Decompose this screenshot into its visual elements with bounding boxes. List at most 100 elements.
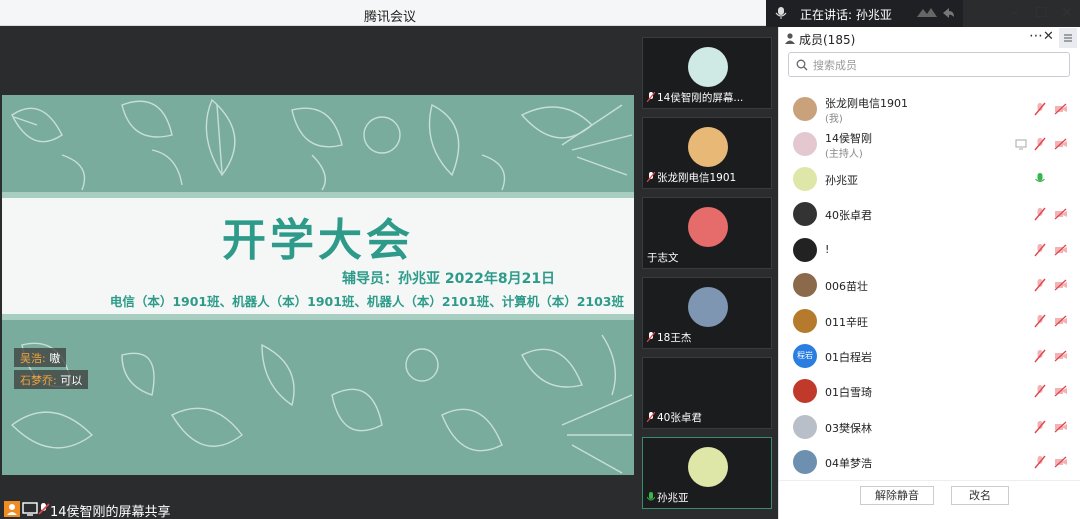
screen-share-icon <box>1015 139 1027 150</box>
member-row[interactable]: 张龙刚电信1901 (我) <box>779 92 1080 126</box>
avatar <box>688 287 728 327</box>
close-window-icon[interactable]: ✕ <box>1058 4 1076 22</box>
speaker-mic-icon <box>775 7 787 19</box>
member-row[interactable]: 程岩 01白程岩 <box>779 339 1080 373</box>
avatar <box>793 167 817 191</box>
camera-off-icon[interactable] <box>1054 208 1068 220</box>
unmute-all-button[interactable]: 解除静音 <box>860 486 934 505</box>
sidebar-toggle-icon[interactable] <box>1059 28 1077 48</box>
mic-muted-icon[interactable] <box>1034 349 1046 363</box>
member-name: 40张卓君 <box>825 209 872 222</box>
search-icon <box>796 59 808 71</box>
members-header: 成员(185) ⋯ ✕ <box>779 27 1080 49</box>
video-tile[interactable]: 40张卓君 <box>642 357 772 429</box>
avatar <box>793 132 817 156</box>
mic-active-icon[interactable] <box>1034 172 1046 186</box>
member-name: ! <box>825 243 830 256</box>
members-panel: 成员(185) ⋯ ✕ 张龙刚电信1901 (我) 14侯智刚 (主持人) 孙兆亚 40张… <box>778 27 1080 519</box>
speaking-controls-icon[interactable] <box>915 5 955 21</box>
avatar <box>793 202 817 226</box>
mic-muted-icon[interactable] <box>1034 102 1046 116</box>
member-name: 孙兆亚 <box>825 174 858 187</box>
minimize-icon[interactable]: – <box>1006 4 1024 22</box>
camera-off-icon[interactable] <box>1054 103 1068 115</box>
mic-muted-icon[interactable] <box>1034 243 1046 257</box>
video-tile-caption: 18王杰 <box>647 330 691 345</box>
member-name: 张龙刚电信1901 <box>825 97 908 110</box>
chat-message: 嗷 <box>49 352 61 365</box>
mic-muted-icon[interactable] <box>1034 314 1046 328</box>
member-row[interactable]: ! <box>779 233 1080 267</box>
member-name: 04单梦浩 <box>825 457 872 470</box>
screen-share-area: 开学大会 辅导员：孙兆亚 2022年8月21日 电信（本）1901班、机器人（本… <box>0 27 636 519</box>
member-name: 01白雪琦 <box>825 386 872 399</box>
video-tile[interactable]: 张龙刚电信1901 <box>642 117 772 189</box>
speaking-text: 正在讲话: 孙兆亚 <box>800 8 892 22</box>
avatar <box>793 238 817 262</box>
window-title: 腾讯会议 <box>363 10 416 25</box>
video-tile[interactable]: 于志文 <box>642 197 772 269</box>
video-tile-active[interactable]: 孙兆亚 <box>642 437 772 509</box>
camera-off-icon[interactable] <box>1054 350 1068 362</box>
camera-off-icon[interactable] <box>1054 421 1068 433</box>
rename-button[interactable]: 改名 <box>951 486 1009 505</box>
video-tile-caption: 14侯智刚的屏幕... <box>647 90 743 105</box>
camera-off-icon[interactable] <box>1054 279 1068 291</box>
member-row[interactable]: 孙兆亚 <box>779 162 1080 196</box>
mic-muted-icon <box>647 412 655 422</box>
mic-muted-icon <box>647 92 655 102</box>
chat-message: 可以 <box>60 374 83 387</box>
presentation-slide: 开学大会 辅导员：孙兆亚 2022年8月21日 电信（本）1901班、机器人（本… <box>2 95 634 475</box>
avatar <box>793 309 817 333</box>
camera-off-icon[interactable] <box>1054 456 1068 468</box>
member-name: 03樊保林 <box>825 422 872 435</box>
camera-off-icon[interactable] <box>1054 138 1068 150</box>
camera-off-icon[interactable] <box>1054 244 1068 256</box>
chat-sender: 吴浩: <box>20 352 46 365</box>
member-row[interactable]: 04单梦浩 <box>779 445 1080 479</box>
avatar-label: 程岩 <box>797 351 813 360</box>
member-search[interactable] <box>788 52 1070 77</box>
slide-title: 开学大会 <box>222 215 414 266</box>
member-role: (主持人) <box>825 149 863 160</box>
video-tile-name: 张龙刚电信1901 <box>657 172 737 184</box>
speaking-banner: 正在讲话: 孙兆亚 <box>766 0 963 27</box>
camera-off-icon[interactable] <box>1054 315 1068 327</box>
share-status-bar: 14侯智刚的屏幕共享 <box>0 499 200 519</box>
chat-bubble: 石梦乔: 可以 <box>14 370 89 389</box>
camera-off-icon[interactable] <box>1054 385 1068 397</box>
chat-bubble: 吴浩: 嗷 <box>14 348 67 367</box>
chat-sender: 石梦乔: <box>20 374 57 387</box>
members-title: 成员(185) <box>799 33 856 47</box>
panel-footer: 解除静音 改名 <box>779 480 1080 519</box>
avatar: 程岩 <box>793 344 817 368</box>
member-row[interactable]: 01白雪琦 <box>779 374 1080 408</box>
mic-muted-icon[interactable] <box>1034 455 1046 469</box>
more-icon[interactable]: ⋯ <box>1029 28 1043 44</box>
mic-muted-icon[interactable] <box>1034 384 1046 398</box>
avatar <box>793 450 817 474</box>
mic-muted-icon[interactable] <box>1034 137 1046 151</box>
member-row[interactable]: 14侯智刚 (主持人) <box>779 127 1080 161</box>
search-input[interactable] <box>813 56 1063 74</box>
member-row[interactable]: 03樊保林 <box>779 410 1080 444</box>
close-panel-icon[interactable]: ✕ <box>1043 29 1054 44</box>
video-tile-name: 40张卓君 <box>657 412 702 424</box>
mic-muted-icon[interactable] <box>1034 207 1046 221</box>
member-row[interactable]: 011辛旺 <box>779 304 1080 338</box>
mic-muted-icon[interactable] <box>1034 420 1046 434</box>
avatar <box>793 379 817 403</box>
member-row[interactable]: 40张卓君 <box>779 197 1080 231</box>
window-controls: – ☐ ✕ <box>1006 4 1080 22</box>
video-tile[interactable]: 14侯智刚的屏幕... <box>642 37 772 109</box>
member-row[interactable]: 006苗壮 <box>779 268 1080 302</box>
slide-subtitle: 辅导员：孙兆亚 2022年8月21日 <box>342 271 556 287</box>
video-tile-name: 14侯智刚的屏幕... <box>657 92 744 104</box>
video-tile[interactable]: 18王杰 <box>642 277 772 349</box>
avatar <box>688 207 728 247</box>
mic-muted-icon[interactable] <box>1034 278 1046 292</box>
maximize-icon[interactable]: ☐ <box>1032 4 1050 22</box>
mic-muted-icon <box>647 332 655 342</box>
person-icon <box>785 33 795 44</box>
video-tile-name: 18王杰 <box>657 332 692 344</box>
